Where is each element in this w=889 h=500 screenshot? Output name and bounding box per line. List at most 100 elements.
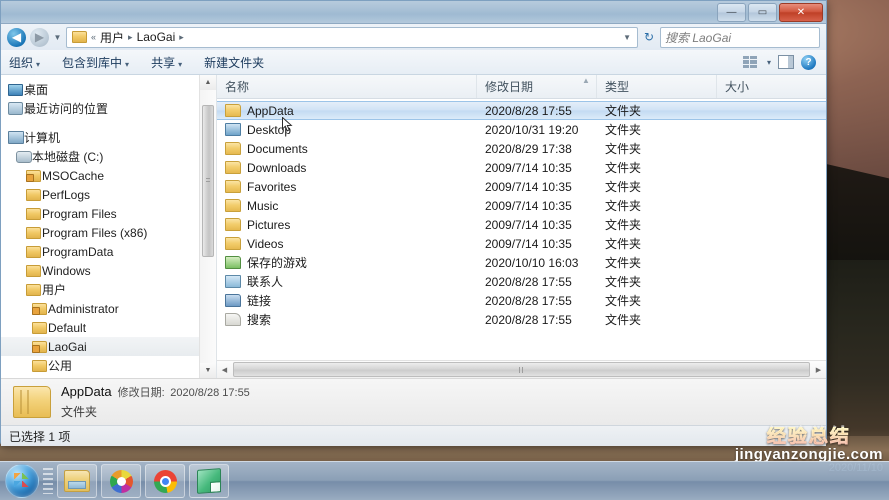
forward-button[interactable]: ▶	[30, 28, 49, 47]
taskbar-item-chrome[interactable]	[145, 464, 185, 498]
sidebar-item-label: 公用	[48, 357, 72, 374]
breadcrumb-root-separator: «	[91, 32, 96, 42]
sidebar-item-label: ProgramData	[42, 245, 113, 259]
sidebar-item-label: 用户	[42, 281, 66, 298]
sidebar-item-program-files[interactable]: Program Files	[1, 204, 216, 223]
sidebar-item-perflogs[interactable]: PerfLogs	[1, 185, 216, 204]
file-name-label: Videos	[247, 237, 283, 251]
sidebar-item-desktop[interactable]: 桌面	[1, 80, 216, 99]
file-list-horizontal-scrollbar[interactable]: ◀ ▶	[217, 360, 826, 378]
taskbar-item-browser-360[interactable]	[101, 464, 141, 498]
file-name-label: Downloads	[247, 161, 306, 175]
breadcrumb-separator[interactable]: ▸	[128, 32, 133, 43]
breadcrumb-separator-end[interactable]: ▸	[179, 32, 184, 43]
details-text-group: AppData修改日期: 2020/8/28 17:55 文件夹	[61, 384, 250, 420]
toolbar-share-button[interactable]: 共享▾	[151, 54, 182, 71]
sidebar-item-local-disk-d[interactable]: 本地磁盘 (D:)	[1, 375, 216, 378]
folder-icon	[25, 189, 42, 201]
folder-icon	[225, 104, 241, 117]
toolbar-new-folder-button[interactable]: 新建文件夹	[204, 54, 264, 71]
sidebar-item-local-disk-c[interactable]: 本地磁盘 (C:)	[1, 147, 216, 166]
sidebar-item-program-files-x86[interactable]: Program Files (x86)	[1, 223, 216, 242]
toolbar-organize-button[interactable]: 组织▾	[9, 54, 40, 71]
contacts-icon	[225, 275, 241, 288]
taskbar	[0, 461, 889, 500]
flower-browser-icon	[110, 470, 133, 493]
back-button[interactable]: ◀	[7, 28, 26, 47]
table-row[interactable]: Documents 2020/8/29 17:38 文件夹	[217, 139, 826, 158]
selected-item-folder-icon	[13, 386, 51, 418]
scroll-down-arrow-icon[interactable]: ▼	[200, 363, 216, 378]
folder-icon	[31, 322, 48, 334]
folder-lock-icon	[31, 303, 48, 315]
chevron-down-icon[interactable]: ▾	[767, 58, 771, 67]
file-date-cell: 2009/7/14 10:35	[477, 161, 597, 175]
close-button[interactable]: ✕	[779, 3, 823, 22]
sidebar-item-msocache[interactable]: MSOCache	[1, 166, 216, 185]
table-row[interactable]: 联系人 2020/8/28 17:55 文件夹	[217, 272, 826, 291]
preview-pane-icon[interactable]	[778, 55, 794, 69]
breadcrumb-item-users[interactable]: 用户	[97, 29, 127, 46]
column-header-name[interactable]: 名称	[217, 75, 477, 98]
refresh-button[interactable]: ↻	[642, 30, 656, 44]
toolbar-include-in-library-button[interactable]: 包含到库中▾	[62, 54, 129, 71]
sidebar-item-public[interactable]: 公用	[1, 356, 216, 375]
table-row[interactable]: Music 2009/7/14 10:35 文件夹	[217, 196, 826, 215]
column-header-date-modified[interactable]: 修改日期	[477, 75, 597, 98]
sidebar-item-default[interactable]: Default	[1, 318, 216, 337]
recent-places-icon	[7, 102, 24, 115]
chevron-down-icon: ▼	[54, 33, 62, 42]
scroll-left-arrow-icon[interactable]: ◀	[217, 366, 232, 374]
table-row[interactable]: Pictures 2009/7/14 10:35 文件夹	[217, 215, 826, 234]
sort-indicator-icon: ▲	[582, 76, 590, 85]
column-header-type[interactable]: 类型	[597, 75, 717, 98]
table-row[interactable]: 搜索 2020/8/28 17:55 文件夹	[217, 310, 826, 329]
sidebar-item-laogai[interactable]: LaoGai	[1, 337, 216, 356]
table-row[interactable]: AppData 2020/8/28 17:55 文件夹	[217, 101, 826, 120]
sidebar-item-programdata[interactable]: ProgramData	[1, 242, 216, 261]
table-row[interactable]: Videos 2009/7/14 10:35 文件夹	[217, 234, 826, 253]
table-row[interactable]: 链接 2020/8/28 17:55 文件夹	[217, 291, 826, 310]
sidebar-item-administrator[interactable]: Administrator	[1, 299, 216, 318]
taskbar-item-explorer[interactable]	[57, 464, 97, 498]
scroll-up-arrow-icon[interactable]: ▲	[200, 75, 216, 90]
file-type-cell: 文件夹	[597, 140, 717, 157]
table-row[interactable]: Favorites 2009/7/14 10:35 文件夹	[217, 177, 826, 196]
folder-icon	[225, 161, 241, 174]
minimize-button[interactable]: —	[717, 3, 746, 22]
change-view-icon[interactable]	[743, 56, 757, 68]
folder-lock-icon	[31, 341, 48, 353]
breadcrumb-item-laogai[interactable]: LaoGai	[134, 30, 179, 44]
file-name-label: 链接	[247, 292, 271, 309]
sidebar-item-recent-places[interactable]: 最近访问的位置	[1, 99, 216, 118]
start-button[interactable]	[5, 464, 39, 498]
sidebar-item-label: MSOCache	[42, 169, 104, 183]
breadcrumb-address-bar[interactable]: « 用户 ▸ LaoGai ▸ ▼	[66, 27, 638, 48]
taskbar-item-note[interactable]	[189, 464, 229, 498]
history-dropdown-button[interactable]: ▼	[53, 33, 62, 42]
sidebar-item-label: Program Files (x86)	[42, 226, 147, 240]
file-type-cell: 文件夹	[597, 292, 717, 309]
sidebar-item-computer[interactable]: 计算机	[1, 128, 216, 147]
file-name-cell: 保存的游戏	[217, 254, 477, 271]
file-type-cell: 文件夹	[597, 273, 717, 290]
scroll-right-arrow-icon[interactable]: ▶	[811, 366, 826, 374]
column-header-size[interactable]: 大小	[717, 75, 807, 98]
table-row[interactable]: Desktop 2020/10/31 19:20 文件夹	[217, 120, 826, 139]
horizontal-scrollbar-thumb[interactable]	[233, 362, 810, 377]
sidebar-item-users[interactable]: 用户	[1, 280, 216, 299]
sidebar-scrollbar[interactable]: ▲ ▼	[199, 75, 216, 378]
window-titlebar[interactable]: — ▭ ✕	[1, 1, 826, 24]
sidebar-item-windows[interactable]: Windows	[1, 261, 216, 280]
table-row[interactable]: 保存的游戏 2020/10/10 16:03 文件夹	[217, 253, 826, 272]
computer-icon	[7, 131, 24, 144]
maximize-button[interactable]: ▭	[748, 3, 777, 22]
search-box[interactable]: 搜索 LaoGai	[660, 27, 820, 48]
breadcrumb-dropdown-icon[interactable]: ▼	[619, 33, 635, 42]
sidebar-scrollbar-thumb[interactable]	[202, 105, 214, 257]
help-icon[interactable]: ?	[801, 55, 816, 70]
file-date-cell: 2009/7/14 10:35	[477, 199, 597, 213]
file-date-cell: 2020/10/31 19:20	[477, 123, 597, 137]
table-row[interactable]: Downloads 2009/7/14 10:35 文件夹	[217, 158, 826, 177]
details-date-label: 修改日期:	[118, 387, 165, 399]
